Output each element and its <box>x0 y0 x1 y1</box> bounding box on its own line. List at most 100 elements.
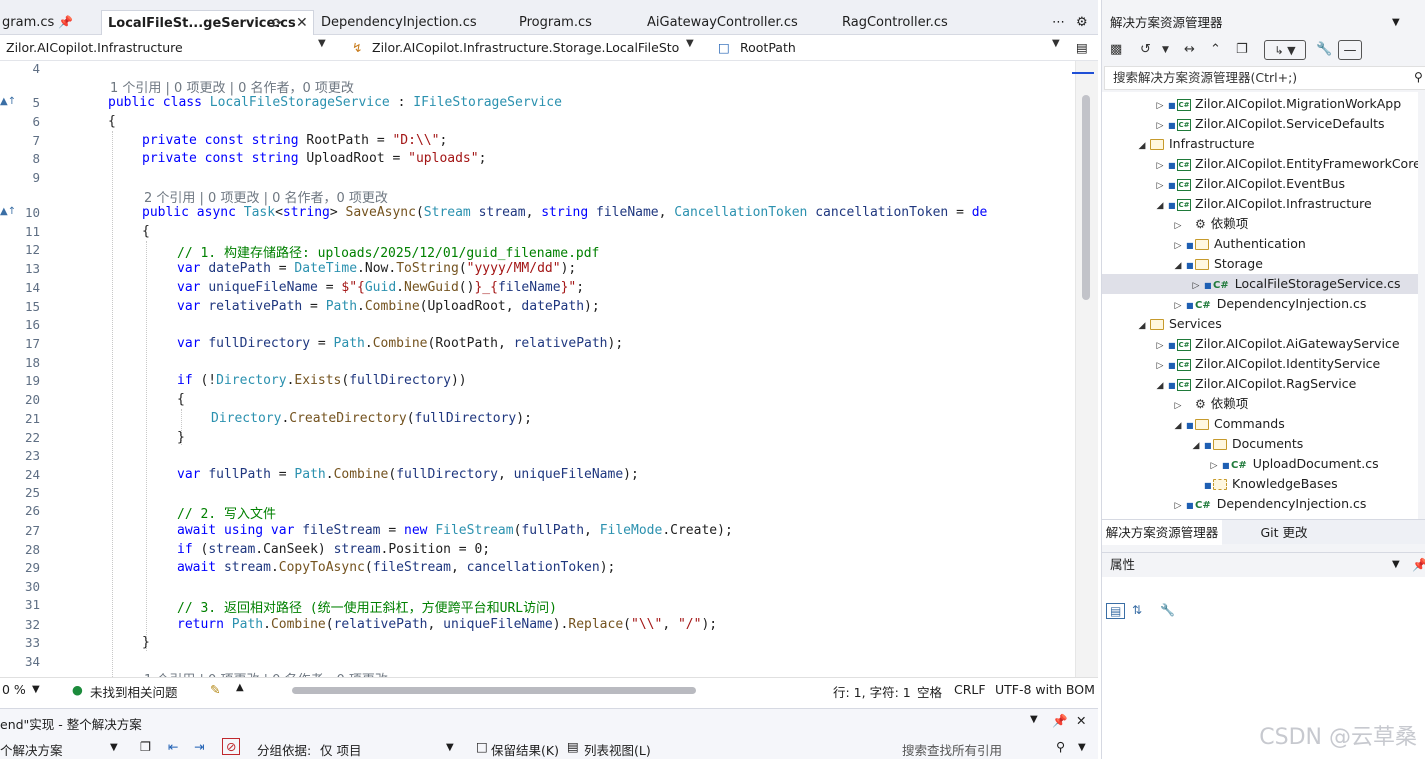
tree-node-folder[interactable]: ◢ ■ Storage <box>1102 254 1418 274</box>
alphabetical-icon[interactable]: ⇅ <box>1132 603 1142 617</box>
brush-icon[interactable]: ✎ <box>210 682 220 697</box>
filter-icon[interactable]: ↳ ▼ <box>1264 40 1306 60</box>
switch-views-icon[interactable]: ▩ <box>1110 40 1122 60</box>
tree-node-project[interactable]: ▷ ■ C# Zilor.AICopilot.AiGatewayService <box>1102 334 1418 354</box>
group-by-dropdown[interactable]: 仅 项目 <box>320 740 361 759</box>
chevron-down-icon[interactable]: ▼ <box>1162 40 1169 60</box>
pin-icon[interactable]: ⟳ <box>272 11 282 35</box>
close-icon[interactable]: ✕ <box>296 11 308 35</box>
expanded-arrow-icon[interactable]: ◢ <box>1188 436 1204 456</box>
implementation-marker-icon[interactable]: ▲↑ <box>0 206 16 217</box>
next-result-icon[interactable]: ⇥ <box>194 739 204 754</box>
tab-solution-explorer[interactable]: 解决方案资源管理器 <box>1102 520 1222 545</box>
pin-icon[interactable]: 📌 <box>58 10 73 35</box>
tab-localfilestorageservice[interactable]: LocalFileSt...geService.cs ⟳ ✕ <box>101 10 314 35</box>
expanded-arrow-icon[interactable]: ◢ <box>1170 416 1186 436</box>
history-icon[interactable]: ↺ <box>1140 40 1151 60</box>
tree-node-folder-missing[interactable]: ■ KnowledgeBases <box>1102 474 1418 494</box>
tree-node-folder[interactable]: ◢ Services <box>1102 314 1418 334</box>
line-ending[interactable]: CRLF <box>954 682 986 697</box>
tree-node-cs[interactable]: ▷ ■C# DependencyInjection.cs <box>1102 494 1418 514</box>
class-dropdown[interactable]: Zilor.AICopilot.Infrastructure.Storage.L… <box>372 38 680 58</box>
chevron-down-icon[interactable]: ▼ <box>318 38 326 49</box>
codelens-references[interactable]: 1 个引用 | 0 项更改 | 0 名作者，0 项更改 <box>144 669 388 677</box>
tree-node-project[interactable]: ▷ ■ C# Zilor.AICopilot.EventBus <box>1102 174 1418 194</box>
pin-icon[interactable]: 📌 <box>1412 553 1425 577</box>
tree-node-deps[interactable]: ▷ ⚙ 依赖项 <box>1102 214 1418 234</box>
collapsed-arrow-icon[interactable]: ▷ <box>1170 236 1186 256</box>
vertical-scrollbar[interactable] <box>1075 61 1098 677</box>
collapsed-arrow-icon[interactable]: ▷ <box>1152 356 1168 376</box>
tab-ragcontroller[interactable]: RagController.cs <box>842 10 972 35</box>
collapsed-arrow-icon[interactable]: ▷ <box>1170 396 1186 416</box>
tree-node-project[interactable]: ◢ ■ C# Zilor.AICopilot.RagService <box>1102 374 1418 394</box>
properties-wrench-icon[interactable]: 🔧 <box>1316 40 1332 60</box>
code-text-area[interactable]: 4 5 6 7 8 9 10 11 12 13 14 15 16 17 18 19 20 21 22 23 24 25 26… <box>0 61 1075 677</box>
collapsed-arrow-icon[interactable]: ▷ <box>1152 176 1168 196</box>
previous-result-icon[interactable]: ⇤ <box>168 739 178 754</box>
collapsed-arrow-icon[interactable]: ▷ <box>1206 456 1222 476</box>
solution-search-input[interactable]: 搜索解决方案资源管理器(Ctrl+;) <box>1104 66 1425 90</box>
collapsed-arrow-icon[interactable]: ▷ <box>1152 156 1168 176</box>
list-view-toggle[interactable]: 列表视图(L) <box>584 740 651 759</box>
tree-node-project[interactable]: ▷ ■ C# Zilor.AICopilot.ServiceDefaults <box>1102 114 1418 134</box>
tab-aigatewaycontroller[interactable]: AiGatewayController.cs <box>647 10 807 35</box>
horizontal-scrollbar-thumb[interactable] <box>292 687 696 694</box>
categorized-icon[interactable]: ▤ <box>1106 603 1126 619</box>
codelens-references[interactable]: 2 个引用 | 0 项更改 | 0 名作者，0 项更改 <box>144 187 388 206</box>
tab-git-changes[interactable]: Git 更改 <box>1224 520 1344 545</box>
scrollbar-thumb[interactable] <box>1082 95 1090 300</box>
chevron-down-icon[interactable]: ▼ <box>1392 10 1400 35</box>
property-pages-icon[interactable]: 🔧 <box>1160 603 1175 617</box>
collapsed-arrow-icon[interactable]: ▷ <box>1170 296 1186 316</box>
settings-gear-icon[interactable]: ⚙ <box>1076 10 1090 35</box>
issues-status[interactable]: 未找到相关问题 <box>90 682 178 701</box>
project-dropdown[interactable]: Zilor.AICopilot.Infrastructure <box>6 38 316 58</box>
expanded-arrow-icon[interactable]: ◢ <box>1152 376 1168 396</box>
tree-node-folder[interactable]: ◢ Infrastructure <box>1102 134 1418 154</box>
collapsed-arrow-icon[interactable]: ▷ <box>1188 276 1204 296</box>
member-dropdown[interactable]: RootPath <box>740 38 1040 58</box>
scope-dropdown[interactable]: 个解决方案 <box>0 740 63 759</box>
pin-icon[interactable]: 📌 <box>1052 713 1068 729</box>
collapsed-arrow-icon[interactable]: ▷ <box>1152 116 1168 136</box>
expanded-arrow-icon[interactable]: ◢ <box>1152 196 1168 216</box>
tree-node-folder[interactable]: ◢ ■ Documents <box>1102 434 1418 454</box>
more-tabs-icon[interactable]: ⋯ <box>1052 10 1066 35</box>
show-all-files-icon[interactable]: ❐ <box>1236 40 1248 60</box>
tree-node-cs[interactable]: ▷ ■C# DependencyInjection.cs <box>1102 294 1418 314</box>
chevron-down-icon[interactable]: ▼ <box>1052 38 1060 49</box>
collapsed-arrow-icon[interactable]: ▷ <box>1152 96 1168 116</box>
close-icon[interactable]: ✕ <box>1076 713 1086 728</box>
collapse-all-icon[interactable]: ⌃ <box>1210 40 1221 60</box>
indentation-mode[interactable]: 空格 <box>917 682 942 701</box>
reference-search-input[interactable]: 搜索查找所有引用 <box>902 740 1052 759</box>
preview-icon[interactable]: — <box>1338 40 1362 60</box>
expanded-arrow-icon[interactable]: ◢ <box>1170 256 1186 276</box>
tree-node-folder[interactable]: ▷ ■ Authentication <box>1102 234 1418 254</box>
chevron-down-icon[interactable]: ▼ <box>446 742 454 753</box>
sync-icon[interactable]: ↔ <box>1184 40 1195 60</box>
chevron-down-icon[interactable]: ▼ <box>1392 553 1400 577</box>
tree-node-cs[interactable]: ▷ ■C# UploadDocument.cs <box>1102 454 1418 474</box>
collapsed-arrow-icon[interactable]: ▷ <box>1170 496 1186 516</box>
tree-node-project[interactable]: ▷ ■ C# Zilor.AICopilot.EntityFrameworkCore <box>1102 154 1418 174</box>
collapsed-arrow-icon[interactable]: ▷ <box>1152 336 1168 356</box>
copy-icon[interactable]: ❐ <box>140 739 151 754</box>
chevron-down-icon[interactable]: ▼ <box>1030 714 1038 725</box>
split-editor-icon[interactable]: ▤ <box>1076 38 1088 58</box>
tree-node-project[interactable]: ◢ ■ C# Zilor.AICopilot.Infrastructure <box>1102 194 1418 214</box>
tree-node-deps[interactable]: ▷ ⚙ 依赖项 <box>1102 394 1418 414</box>
cursor-position[interactable]: 行: 1, 字符: 1 <box>833 682 911 701</box>
tree-node-cs[interactable]: ▷ ■C# LocalFileStorageService.cs <box>1102 274 1418 294</box>
tab-dependencyinjection[interactable]: DependencyInjection.cs <box>321 10 481 35</box>
chevron-up-icon[interactable]: ▲ <box>236 682 244 693</box>
clear-filter-icon[interactable]: ⊘ <box>222 738 241 755</box>
chevron-down-icon[interactable]: ▼ <box>686 38 694 49</box>
chevron-down-icon[interactable]: ▼ <box>32 684 40 695</box>
tree-node-project[interactable]: ▷ ■ C# Zilor.AICopilot.IdentityService <box>1102 354 1418 374</box>
file-encoding[interactable]: UTF-8 with BOM <box>995 682 1095 697</box>
keep-results-toggle[interactable]: 保留结果(K) <box>491 740 559 759</box>
expanded-arrow-icon[interactable]: ◢ <box>1134 316 1150 336</box>
tree-node-folder[interactable]: ◢ ■ Commands <box>1102 414 1418 434</box>
